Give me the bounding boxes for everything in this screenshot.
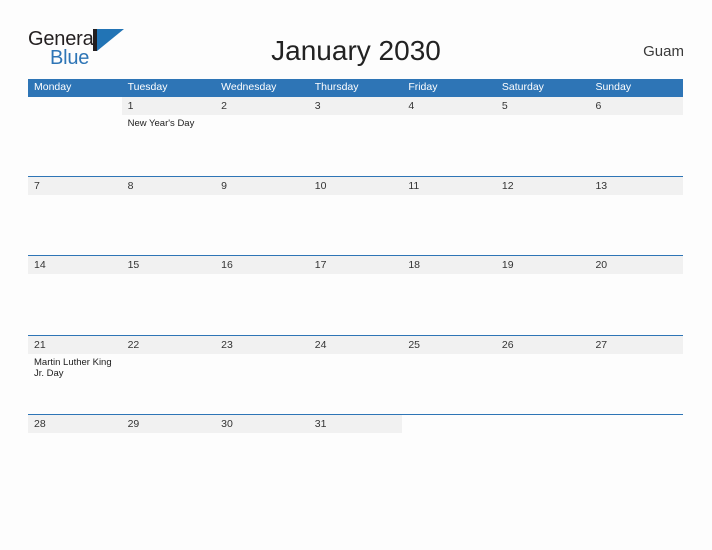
weekday-header-friday: Friday: [408, 81, 438, 93]
calendar-day-2[interactable]: 2: [215, 97, 309, 176]
calendar-day-18[interactable]: 18: [402, 256, 496, 335]
calendar-day-11[interactable]: 11: [402, 176, 496, 256]
day-number: 17: [308, 256, 403, 275]
calendar-day-21[interactable]: 21 Martin Luther King Jr. Day: [28, 335, 122, 415]
calendar-day-1[interactable]: 1 New Year's Day: [121, 97, 216, 176]
calendar-week-row: 14 15 16 17 18 19 20: [28, 255, 684, 335]
weekday-header-tuesday: Tuesday: [127, 81, 168, 93]
calendar-day-9[interactable]: 9: [215, 176, 309, 256]
day-number: [589, 415, 684, 434]
calendar-day-22[interactable]: 22: [121, 335, 216, 415]
day-number: 14: [28, 256, 122, 275]
day-number: [28, 97, 122, 115]
calendar-day-14[interactable]: 14: [28, 256, 122, 335]
day-number: 20: [589, 256, 684, 275]
day-events: Martin Luther King Jr. Day: [28, 354, 122, 380]
calendar-week-row: 1 New Year's Day 2 3 4 5 6: [28, 96, 684, 176]
day-number: 5: [495, 97, 590, 115]
day-number: 8: [121, 176, 216, 195]
calendar-day-26[interactable]: 26: [495, 335, 590, 415]
day-events: New Year's Day: [122, 115, 216, 130]
day-number: 24: [308, 335, 403, 354]
day-number: 22: [121, 335, 216, 354]
day-number: 28: [28, 415, 122, 434]
page-title: January 2030: [271, 35, 441, 66]
day-number: [402, 415, 496, 434]
day-number: 12: [495, 176, 590, 195]
day-number: 10: [308, 176, 403, 195]
calendar-day-28[interactable]: 28: [28, 415, 122, 434]
weekday-header-row: Monday Tuesday Wednesday Thursday Friday Satu…: [28, 79, 683, 96]
weekday-header-thursday: Thursday: [314, 81, 359, 93]
weekday-header-sunday: Sunday: [595, 81, 632, 93]
calendar-week-row: 28 29 30 31: [28, 414, 684, 434]
day-number: 16: [215, 256, 309, 275]
calendar-day-empty: [28, 97, 122, 176]
calendar-day-15[interactable]: 15: [121, 256, 216, 335]
day-number: 4: [402, 97, 496, 115]
calendar-day-8[interactable]: 8: [121, 176, 216, 256]
day-number: 30: [215, 415, 309, 434]
calendar-day-25[interactable]: 25: [402, 335, 496, 415]
calendar-day-empty: [402, 415, 496, 434]
calendar-day-5[interactable]: 5: [495, 97, 590, 176]
day-number: 2: [215, 97, 309, 115]
calendar-event[interactable]: Martin Luther King Jr. Day: [34, 357, 117, 380]
page-header: General Blue January 2030 Guam: [0, 0, 712, 78]
weekday-header-saturday: Saturday: [501, 81, 544, 93]
calendar-day-3[interactable]: 3: [308, 97, 403, 176]
calendar-day-20[interactable]: 20: [589, 256, 684, 335]
calendar-weeks: 1 New Year's Day 2 3 4 5 6 7 8 9 10 11 12 13 14 15 16 17 1…: [28, 96, 684, 434]
day-number: 3: [308, 97, 403, 115]
calendar-day-6[interactable]: 6: [589, 97, 684, 176]
day-number: 23: [215, 335, 309, 354]
calendar-day-23[interactable]: 23: [215, 335, 309, 415]
day-number: 25: [402, 335, 496, 354]
calendar-day-17[interactable]: 17: [308, 256, 403, 335]
day-number: 13: [589, 176, 684, 195]
day-number: 11: [402, 176, 496, 195]
calendar-day-7[interactable]: 7: [28, 176, 122, 256]
calendar-day-4[interactable]: 4: [402, 97, 496, 176]
calendar-day-31[interactable]: 31: [308, 415, 403, 434]
calendar-day-24[interactable]: 24: [308, 335, 403, 415]
calendar-day-16[interactable]: 16: [215, 256, 309, 335]
calendar-day-10[interactable]: 10: [308, 176, 403, 256]
day-number: 1: [121, 97, 216, 115]
day-number: 15: [121, 256, 216, 275]
day-number: 27: [589, 335, 684, 354]
weekday-header-monday: Monday: [34, 81, 72, 93]
calendar-day-empty: [495, 415, 590, 434]
calendar-day-29[interactable]: 29: [121, 415, 216, 434]
location-label: Guam: [643, 43, 684, 60]
calendar-week-row: 21 Martin Luther King Jr. Day 22 23 24 25 26 27: [28, 334, 684, 415]
calendar-day-27[interactable]: 27: [589, 335, 684, 415]
day-number: 21: [28, 335, 122, 354]
day-number: [495, 415, 590, 434]
calendar-grid: Monday Tuesday Wednesday Thursday Friday Satu…: [28, 79, 684, 434]
day-number: 9: [215, 176, 309, 195]
calendar-day-empty: [589, 415, 684, 434]
calendar-day-12[interactable]: 12: [495, 176, 590, 256]
weekday-header-wednesday: Wednesday: [221, 81, 277, 93]
day-number: 29: [121, 415, 216, 434]
calendar-day-30[interactable]: 30: [215, 415, 309, 434]
calendar-event[interactable]: New Year's Day: [128, 118, 211, 130]
day-number: 31: [308, 415, 403, 434]
calendar-day-13[interactable]: 13: [589, 176, 684, 256]
calendar-day-19[interactable]: 19: [495, 256, 590, 335]
day-number: 6: [589, 97, 684, 115]
day-number: 7: [28, 176, 122, 195]
day-number: 19: [495, 256, 590, 275]
day-number: 26: [495, 335, 590, 354]
day-number: 18: [402, 256, 496, 275]
calendar-week-row: 7 8 9 10 11 12 13: [28, 175, 684, 256]
